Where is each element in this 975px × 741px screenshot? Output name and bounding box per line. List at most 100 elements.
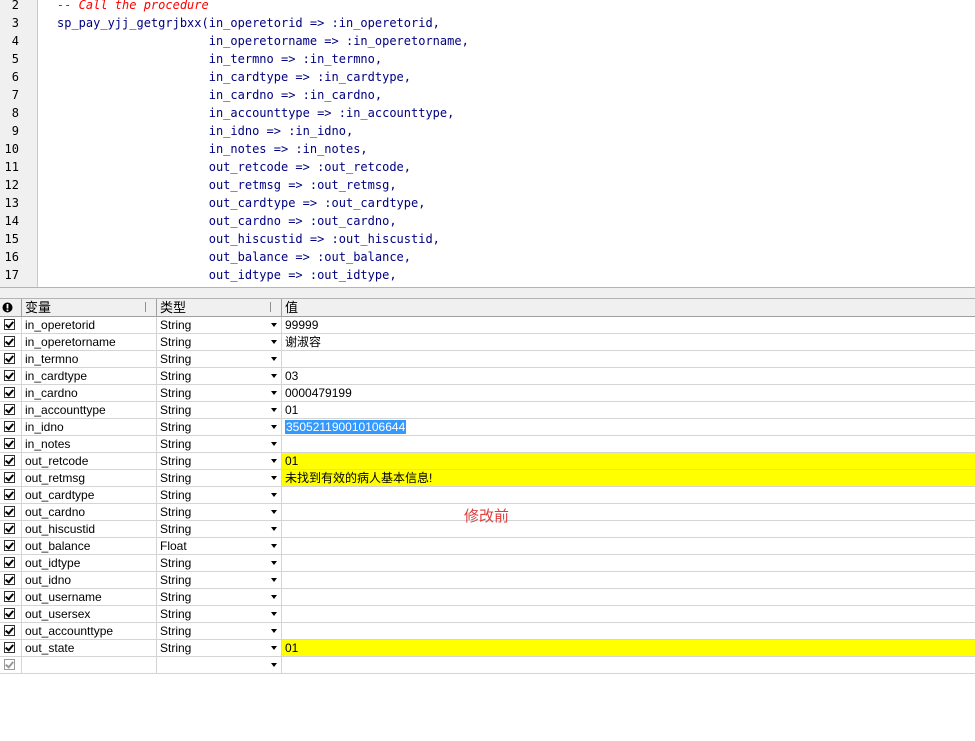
- code-line[interactable]: in_operetorname => :in_operetorname,: [57, 32, 469, 50]
- variable-name[interactable]: in_operetorid: [22, 317, 157, 333]
- code-line[interactable]: out_cardtype => :out_cardtype,: [57, 194, 426, 212]
- include-checkbox[interactable]: [4, 506, 15, 517]
- chevron-down-icon[interactable]: [271, 663, 277, 667]
- include-checkbox[interactable]: [4, 557, 15, 568]
- include-cell[interactable]: [0, 640, 22, 656]
- variable-name[interactable]: out_accounttype: [22, 623, 157, 639]
- variable-row[interactable]: in_operetorid String 99999: [0, 317, 975, 334]
- include-checkbox[interactable]: [4, 353, 15, 364]
- include-cell[interactable]: [0, 657, 22, 673]
- chevron-down-icon[interactable]: [271, 476, 277, 480]
- variable-value[interactable]: [282, 589, 975, 605]
- variable-value[interactable]: [282, 657, 975, 673]
- include-checkbox[interactable]: [4, 608, 15, 619]
- variable-value[interactable]: 01: [282, 640, 975, 656]
- include-checkbox[interactable]: [4, 540, 15, 551]
- variable-name[interactable]: out_username: [22, 589, 157, 605]
- variable-row[interactable]: in_accounttype String 01: [0, 402, 975, 419]
- variable-row[interactable]: out_idno String: [0, 572, 975, 589]
- variable-row[interactable]: out_retcode String 01: [0, 453, 975, 470]
- variable-type[interactable]: String: [157, 351, 282, 367]
- variable-type[interactable]: String: [157, 334, 282, 350]
- variable-value[interactable]: 01: [282, 402, 975, 418]
- code-line[interactable]: out_cardno => :out_cardno,: [57, 212, 397, 230]
- include-cell[interactable]: [0, 589, 22, 605]
- variable-type[interactable]: String: [157, 436, 282, 452]
- include-cell[interactable]: [0, 470, 22, 486]
- include-cell[interactable]: [0, 538, 22, 554]
- code-line[interactable]: out_retmsg => :out_retmsg,: [57, 176, 397, 194]
- chevron-down-icon[interactable]: [271, 493, 277, 497]
- include-checkbox[interactable]: [4, 574, 15, 585]
- include-cell[interactable]: [0, 368, 22, 384]
- variable-name[interactable]: out_balance: [22, 538, 157, 554]
- variable-type[interactable]: [157, 657, 282, 673]
- header-value[interactable]: 值: [282, 299, 975, 316]
- variable-row[interactable]: in_notes String: [0, 436, 975, 453]
- chevron-down-icon[interactable]: [271, 391, 277, 395]
- include-checkbox[interactable]: [4, 336, 15, 347]
- variable-type[interactable]: String: [157, 453, 282, 469]
- code-line[interactable]: in_cardno => :in_cardno,: [57, 86, 382, 104]
- variable-type[interactable]: String: [157, 368, 282, 384]
- include-checkbox[interactable]: [4, 438, 15, 449]
- variable-name[interactable]: out_retmsg: [22, 470, 157, 486]
- variable-value[interactable]: [282, 351, 975, 367]
- variable-value[interactable]: [282, 555, 975, 571]
- include-cell[interactable]: [0, 436, 22, 452]
- include-checkbox[interactable]: [4, 404, 15, 415]
- include-cell[interactable]: [0, 385, 22, 401]
- variable-type[interactable]: Float: [157, 538, 282, 554]
- header-variable[interactable]: 变量: [22, 299, 157, 316]
- variable-row[interactable]: out_usersex String: [0, 606, 975, 623]
- variable-value[interactable]: [282, 606, 975, 622]
- include-checkbox[interactable]: [4, 523, 15, 534]
- variable-value[interactable]: [282, 487, 975, 503]
- chevron-down-icon[interactable]: [271, 561, 277, 565]
- chevron-down-icon[interactable]: [271, 544, 277, 548]
- code-line[interactable]: in_idno => :in_idno,: [57, 122, 354, 140]
- include-cell[interactable]: [0, 402, 22, 418]
- variable-row[interactable]: out_state String 01: [0, 640, 975, 657]
- include-checkbox[interactable]: [4, 319, 15, 330]
- include-cell[interactable]: [0, 317, 22, 333]
- chevron-down-icon[interactable]: [271, 459, 277, 463]
- variable-type[interactable]: String: [157, 521, 282, 537]
- variable-name[interactable]: in_cardno: [22, 385, 157, 401]
- include-cell[interactable]: [0, 555, 22, 571]
- variable-value[interactable]: [282, 521, 975, 537]
- variable-value[interactable]: [282, 436, 975, 452]
- variable-name[interactable]: out_retcode: [22, 453, 157, 469]
- include-cell[interactable]: [0, 487, 22, 503]
- include-checkbox[interactable]: [4, 591, 15, 602]
- chevron-down-icon[interactable]: [271, 323, 277, 327]
- variable-type[interactable]: String: [157, 572, 282, 588]
- variable-type[interactable]: String: [157, 487, 282, 503]
- variable-name[interactable]: out_cardtype: [22, 487, 157, 503]
- variable-type[interactable]: String: [157, 385, 282, 401]
- variable-row[interactable]: out_accounttype String: [0, 623, 975, 640]
- include-checkbox[interactable]: [4, 472, 15, 483]
- chevron-down-icon[interactable]: [271, 578, 277, 582]
- chevron-down-icon[interactable]: [271, 425, 277, 429]
- variable-name[interactable]: in_notes: [22, 436, 157, 452]
- variable-value[interactable]: [282, 572, 975, 588]
- variable-type[interactable]: String: [157, 606, 282, 622]
- variable-row[interactable]: in_idno String 350521190010106644: [0, 419, 975, 436]
- variable-name[interactable]: out_cardno: [22, 504, 157, 520]
- variable-value[interactable]: 0000479199: [282, 385, 975, 401]
- include-cell[interactable]: [0, 351, 22, 367]
- chevron-down-icon[interactable]: [271, 595, 277, 599]
- include-checkbox[interactable]: [4, 625, 15, 636]
- column-resize-handle[interactable]: [145, 302, 153, 312]
- chevron-down-icon[interactable]: [271, 442, 277, 446]
- code-line[interactable]: in_cardtype => :in_cardtype,: [57, 68, 411, 86]
- variable-row[interactable]: out_username String: [0, 589, 975, 606]
- include-checkbox[interactable]: [4, 642, 15, 653]
- code-line[interactable]: in_accounttype => :in_accounttype,: [57, 104, 455, 122]
- variable-name[interactable]: out_hiscustid: [22, 521, 157, 537]
- code-line[interactable]: out_balance => :out_balance,: [57, 248, 411, 266]
- chevron-down-icon[interactable]: [271, 340, 277, 344]
- variable-type[interactable]: String: [157, 419, 282, 435]
- variable-value[interactable]: [282, 504, 975, 520]
